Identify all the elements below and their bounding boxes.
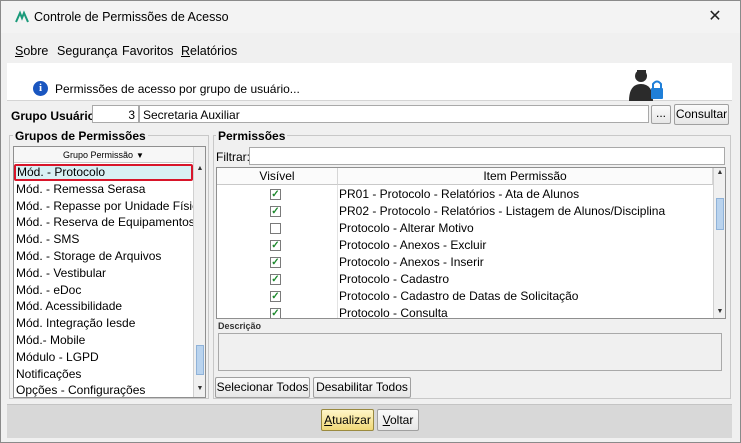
grupos-items: Mód. - Protocolo Mód. - Remessa Serasa Mód… [14,164,193,397]
item-permissao-cell: Protocolo - Anexos - Excluir [339,238,487,252]
list-item[interactable]: Mód.- Mobile [14,332,193,349]
visible-checkbox[interactable] [270,223,281,234]
table-row[interactable]: ✓ Protocolo - Anexos - Excluir [217,237,713,254]
menu-relatorios[interactable]: Relatórios [181,44,237,58]
table-row[interactable]: ✓ Protocolo - Consulta [217,305,713,319]
visible-checkbox[interactable]: ✓ [270,291,281,302]
item-permissao-cell: Protocolo - Anexos - Inserir [339,255,484,269]
scroll-thumb[interactable] [716,198,724,230]
grupo-permissao-column-header[interactable]: Grupo Permissão ▼ [14,147,193,163]
filter-label: Filtrar: [216,150,250,164]
item-permissao-cell: Protocolo - Cadastro de Datas de Solicit… [339,289,579,303]
window-title: Controle de Permissões de Acesso [34,10,229,24]
list-item[interactable]: Mód. - Storage de Arquivos [14,248,193,265]
scroll-up-icon[interactable]: ▲ [196,165,204,172]
scroll-up-icon[interactable]: ▲ [716,169,724,176]
permissoes-table: Visível Item Permissão ✓ PR01 - Protocolo… [216,167,726,319]
list-item[interactable]: Mód. - Protocolo [14,164,193,181]
table-row[interactable]: ✓ PR02 - Protocolo - Relatórios - Listage… [217,203,713,220]
visible-checkbox[interactable]: ✓ [270,274,281,285]
grupo-usuario-name-field[interactable]: Secretaria Auxiliar [139,105,649,123]
permissoes-legend: Permissões [216,129,288,143]
item-permissao-cell: Protocolo - Alterar Motivo [339,221,474,235]
list-item[interactable]: Mód. - Vestibular [14,265,193,282]
menu-sobre[interactable]: Sobre [15,44,48,58]
lookup-button[interactable]: ... [651,105,671,124]
visible-checkbox[interactable]: ✓ [270,308,281,318]
item-permissao-cell: Protocolo - Cadastro [339,272,450,286]
visible-checkbox[interactable]: ✓ [270,189,281,200]
menu-seguranca[interactable]: Segurança [57,44,117,58]
list-item[interactable]: Mód. - Repasse por Unidade Física [14,198,193,215]
info-banner: i Permissões de acesso por grupo de usuá… [7,63,732,101]
grupo-usuario-label: Grupo Usuário: [11,109,100,123]
table-row[interactable]: Protocolo - Alterar Motivo [217,220,713,237]
main-window: Controle de Permissões de Acesso ✕ Sobre… [0,0,741,443]
title-bar: Controle de Permissões de Acesso ✕ [1,1,740,33]
grupo-usuario-id-field[interactable]: 3 [92,105,139,123]
selecionar-todos-button[interactable]: Selecionar Todos [215,377,310,398]
grupos-list[interactable]: Grupo Permissão ▼ Mód. - Protocolo Mód. - … [13,146,206,398]
list-item[interactable]: Mód. Acessibilidade [14,298,193,315]
desabilitar-todos-button[interactable]: Desabilitar Todos [313,377,411,398]
scroll-down-icon[interactable]: ▼ [716,308,724,315]
atualizar-button[interactable]: Atualizar [321,409,374,431]
menu-bar: Sobre Segurança Favoritos Relatórios [1,41,740,61]
item-permissao-cell: Protocolo - Consulta [339,306,448,319]
list-item[interactable]: Opções - Configurações [14,382,193,397]
list-item[interactable]: Mód. - SMS [14,231,193,248]
filter-input[interactable] [249,147,725,165]
visible-checkbox[interactable]: ✓ [270,206,281,217]
item-permissao-cell: PR01 - Protocolo - Relatórios - Ata de A… [339,187,580,201]
list-item[interactable]: Mód. - Reserva de Equipamentos [14,214,193,231]
list-item[interactable]: Módulo - LGPD [14,349,193,366]
sort-down-icon: ▼ [136,151,144,160]
descricao-field [218,333,722,371]
user-lock-icon [629,70,663,101]
visivel-column-header[interactable]: Visível [217,168,338,185]
grupos-scrollbar[interactable]: ▲ ▼ [193,147,205,397]
menu-favoritos[interactable]: Favoritos [122,44,173,58]
app-logo-icon [15,10,29,23]
info-icon: i [33,81,48,96]
scroll-down-icon[interactable]: ▼ [196,385,204,392]
table-row[interactable]: ✓ Protocolo - Anexos - Inserir [217,254,713,271]
table-row[interactable]: ✓ PR01 - Protocolo - Relatórios - Ata de … [217,186,713,203]
item-permissao-cell: PR02 - Protocolo - Relatórios - Listagem… [339,204,666,218]
descricao-label: Descrição [218,321,262,331]
list-item[interactable]: Mód. Integração Iesde [14,315,193,332]
list-item[interactable]: Notificações [14,366,193,383]
table-row[interactable]: ✓ Protocolo - Cadastro [217,271,713,288]
consultar-button[interactable]: Consultar [674,104,729,125]
scroll-thumb[interactable] [196,345,204,375]
list-item[interactable]: Mód. - Remessa Serasa [14,181,193,198]
grupos-permissoes-legend: Grupos de Permissões [13,129,148,143]
visible-checkbox[interactable]: ✓ [270,240,281,251]
close-icon[interactable]: ✕ [701,5,729,29]
list-item[interactable]: Mód. - eDoc [14,282,193,299]
table-row[interactable]: ✓ Protocolo - Cadastro de Datas de Solici… [217,288,713,305]
item-permissao-column-header[interactable]: Item Permissão [338,168,713,185]
permissoes-scrollbar[interactable]: ▲ ▼ [713,168,725,318]
banner-text: Permissões de acesso por grupo de usuári… [55,82,300,96]
voltar-button[interactable]: Voltar [377,409,419,431]
visible-checkbox[interactable]: ✓ [270,257,281,268]
